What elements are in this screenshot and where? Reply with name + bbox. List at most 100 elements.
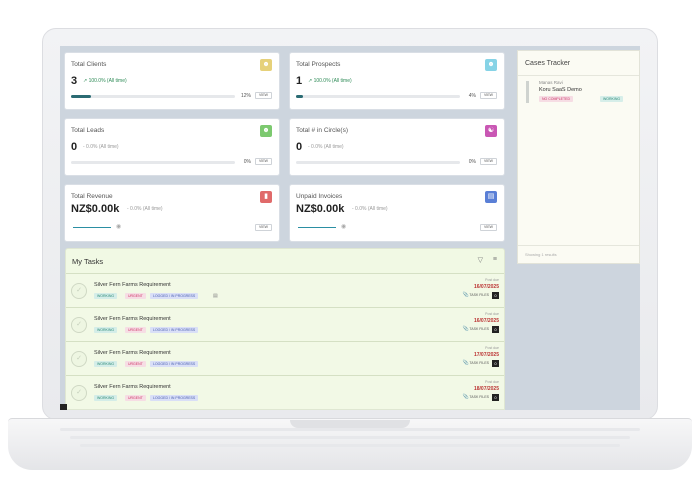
due-label: Post due (485, 380, 499, 384)
due-date: 16/07/2025 (473, 284, 499, 290)
card-value: NZ$0.00k (296, 203, 345, 215)
tag-urgent: URGENT (125, 395, 146, 401)
task-files-count: 0 (492, 394, 499, 401)
card-change: - 0.0% (All time) (308, 144, 344, 150)
progress-bar (71, 95, 235, 98)
case-status-bar (526, 81, 529, 103)
task-files-count: 0 (492, 360, 499, 367)
tag-urgent: URGENT (125, 361, 146, 367)
progress-bar (296, 95, 460, 98)
person-icon: ☻ (485, 59, 497, 71)
task-files-count: 0 (492, 326, 499, 333)
due-date: 16/07/2025 (473, 318, 499, 324)
cases-footer: Showing 1 results (525, 252, 557, 257)
task-files-label: TASK FILES (469, 327, 489, 331)
person-icon: ☻ (260, 125, 272, 137)
card-title: Unpaid Invoices (296, 193, 343, 200)
chart-icon: ▮ (260, 191, 272, 203)
my-tasks-panel: My Tasks ▽ ≡ ✓ Silver Fern Farms Require… (65, 248, 505, 410)
notes-icon: ▤ (213, 293, 218, 299)
progress-percent: 0% (468, 159, 476, 165)
sort-icon[interactable]: ≡ (493, 256, 497, 263)
eye-icon[interactable]: ◉ (116, 223, 121, 230)
view-button[interactable]: VIEW (255, 92, 272, 99)
tag-working: WORKING (94, 395, 118, 401)
card-title: Total Clients (71, 61, 107, 68)
tag-status: LOGGED / IN PROGRESS (150, 395, 199, 401)
keyboard-row (80, 444, 620, 447)
card-title: Total # in Circle(s) (296, 127, 349, 134)
progress-bar (296, 161, 460, 164)
task-row[interactable]: ✓ Silver Fern Farms Requirement WORKING … (66, 307, 504, 341)
card-value: 0 (71, 141, 78, 153)
unpaid-invoices-card: Unpaid Invoices ▤ NZ$0.00k - 0.0% (All t… (289, 184, 505, 242)
task-check-icon[interactable]: ✓ (71, 351, 87, 367)
tag-working: WORKING (94, 361, 118, 367)
case-tag: NO COMPLETED (539, 96, 574, 102)
view-button[interactable]: VIEW (480, 158, 497, 165)
task-check-icon[interactable]: ✓ (71, 283, 87, 299)
task-row[interactable]: ✓ Silver Fern Farms Requirement WORKING … (66, 375, 504, 409)
card-value: 0 (296, 141, 303, 153)
paperclip-icon: 📎 (462, 360, 469, 366)
tag-working: WORKING (94, 293, 118, 299)
due-label: Post due (485, 312, 499, 316)
value-underline (298, 227, 336, 228)
eye-icon[interactable]: ◉ (341, 223, 346, 230)
tag-urgent: URGENT (125, 327, 146, 333)
tag-status: LOGGED / IN PROGRESS (150, 327, 199, 333)
task-check-icon[interactable]: ✓ (71, 317, 87, 333)
paperclip-icon: 📎 (462, 394, 469, 400)
progress-percent: 4% (468, 93, 476, 99)
card-title: Total Leads (71, 127, 105, 134)
task-files-count: 0 (492, 292, 499, 299)
task-name: Silver Fern Farms Requirement (94, 316, 171, 322)
card-change: - 0.0% (All time) (83, 144, 119, 150)
card-change: - 0.0% (All time) (352, 206, 388, 212)
total-clients-card: Total Clients ☻ 3 ↗ 100.0% (All time) 12… (64, 52, 280, 110)
invoice-icon: ▤ (485, 191, 497, 203)
card-change: - 0.0% (All time) (127, 206, 163, 212)
card-value: 3 (71, 75, 78, 87)
cases-tracker-title: Cases Tracker (525, 60, 571, 67)
case-tag: WORKING (600, 96, 624, 102)
task-name: Silver Fern Farms Requirement (94, 282, 171, 288)
task-name: Silver Fern Farms Requirement (94, 384, 171, 390)
card-change: ↗ 100.0% (All time) (308, 78, 352, 84)
progress-percent: 0% (243, 159, 251, 165)
total-in-circles-card: Total # in Circle(s) ☯ 0 - 0.0% (All tim… (289, 118, 505, 176)
my-tasks-title: My Tasks (72, 257, 104, 266)
view-button[interactable]: VIEW (255, 224, 272, 231)
paperclip-icon: 📎 (462, 292, 469, 298)
tag-urgent: URGENT (125, 293, 146, 299)
task-check-icon[interactable]: ✓ (71, 385, 87, 401)
laptop-notch (290, 420, 410, 428)
card-value: 1 (296, 75, 303, 87)
group-icon: ☯ (485, 125, 497, 137)
due-date: 18/07/2025 (473, 386, 499, 392)
filter-icon[interactable]: ▽ (478, 256, 483, 264)
due-date: 17/07/2025 (473, 352, 499, 358)
view-button[interactable]: VIEW (480, 92, 497, 99)
view-button[interactable]: VIEW (255, 158, 272, 165)
due-label: Post due (485, 278, 499, 282)
task-row[interactable]: ✓ Silver Fern Farms Requirement WORKING … (66, 273, 504, 307)
progress-fill (296, 95, 303, 98)
task-row[interactable]: ✓ Silver Fern Farms Requirement WORKING … (66, 341, 504, 375)
total-prospects-card: Total Prospects ☻ 1 ↗ 100.0% (All time) … (289, 52, 505, 110)
progress-percent: 12% (240, 93, 251, 99)
case-name[interactable]: Koru SaaS Demo (539, 87, 582, 93)
task-files-label: TASK FILES (469, 293, 489, 297)
task-files-label: TASK FILES (469, 395, 489, 399)
cases-tracker-panel: Cases Tracker Manas Ravi Koru SaaS Demo … (517, 50, 640, 264)
progress-fill (71, 95, 91, 98)
view-button[interactable]: VIEW (480, 224, 497, 231)
progress-bar (71, 161, 235, 164)
task-name: Silver Fern Farms Requirement (94, 350, 171, 356)
value-underline (73, 227, 111, 228)
card-title: Total Prospects (296, 61, 341, 68)
due-label: Post due (485, 346, 499, 350)
tag-status: LOGGED / IN PROGRESS (150, 361, 199, 367)
card-title: Total Revenue (71, 193, 113, 200)
corner-mark (60, 404, 67, 410)
